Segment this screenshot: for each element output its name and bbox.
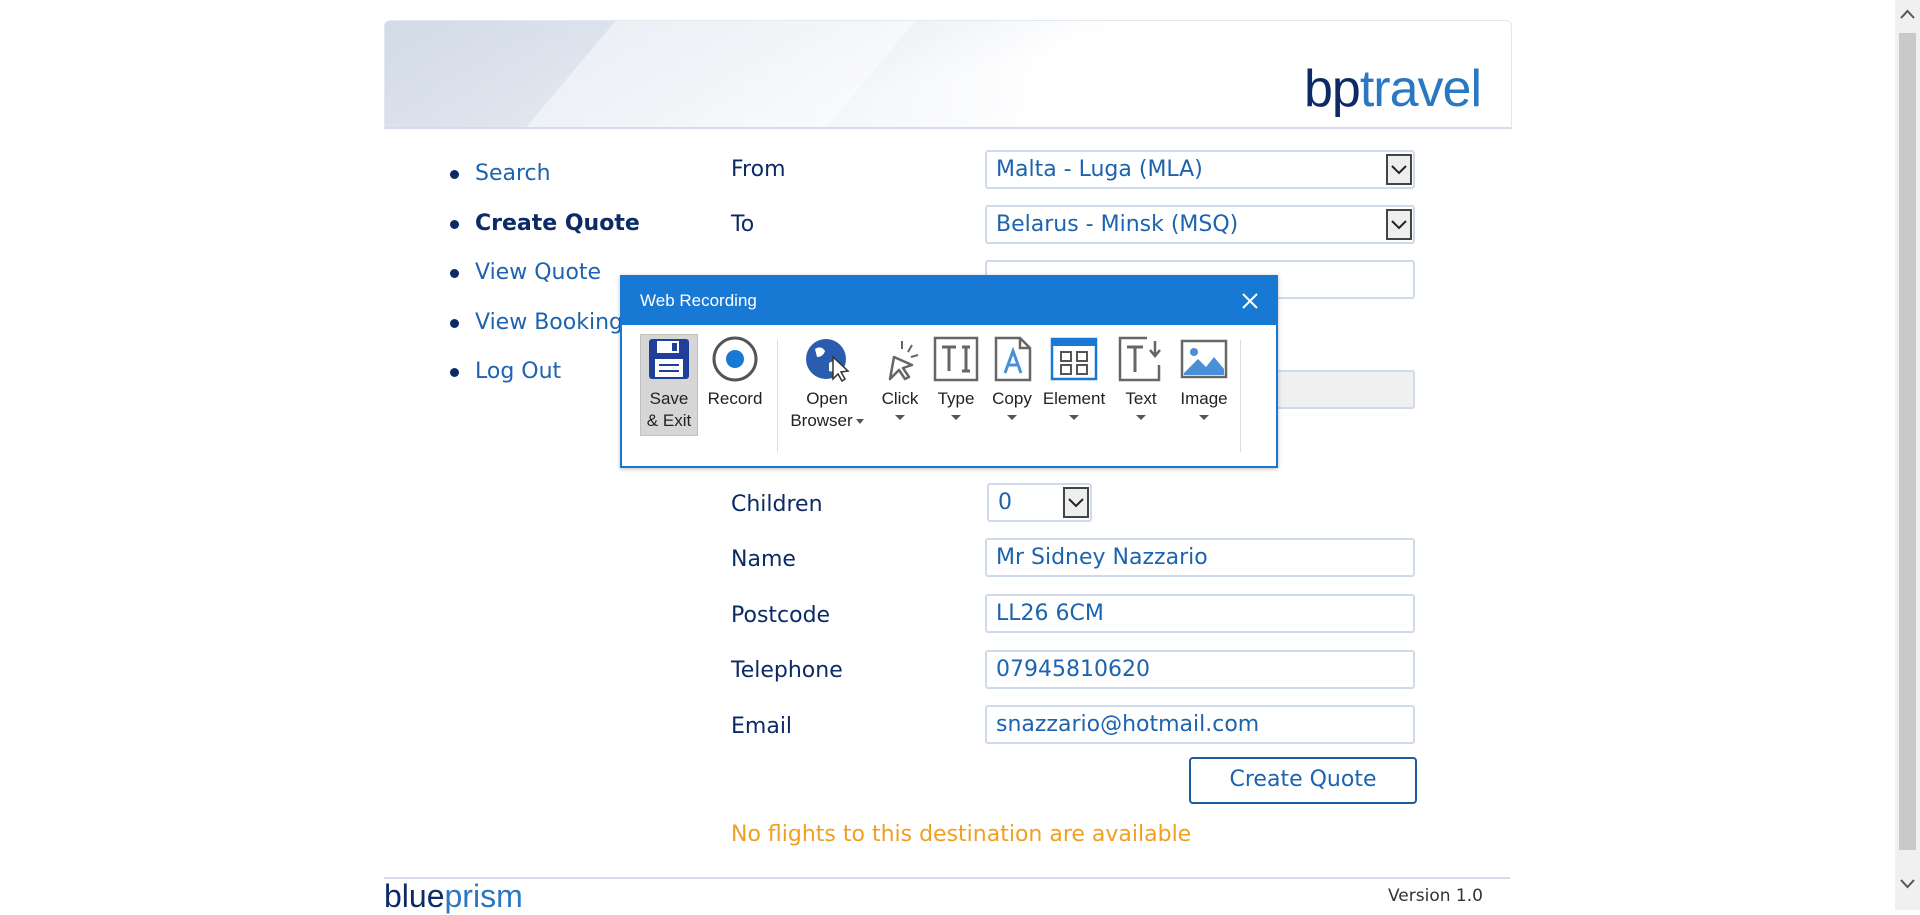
type-button[interactable]: Type bbox=[930, 335, 982, 420]
create-quote-button[interactable]: Create Quote bbox=[1189, 757, 1417, 804]
footer-logo-part1: blue bbox=[384, 878, 445, 914]
email-field[interactable]: snazzario@hotmail.com bbox=[985, 705, 1415, 744]
recording-toolbar: Save & Exit Record Open Browser Click Ty… bbox=[622, 325, 1276, 466]
scroll-up-icon[interactable] bbox=[1899, 8, 1916, 25]
record-icon bbox=[712, 336, 758, 382]
dropdown-caret-icon[interactable] bbox=[1136, 415, 1146, 420]
brand-logo: bptravel bbox=[1304, 59, 1482, 119]
dropdown-caret-icon[interactable] bbox=[855, 419, 864, 425]
save-exit-label-line1: Save bbox=[649, 389, 689, 408]
from-select-value: Malta - Luga (MLA) bbox=[996, 157, 1203, 182]
open-browser-label-line1: Open bbox=[806, 389, 848, 408]
nav-item-create-quote[interactable]: Create Quote bbox=[450, 205, 640, 255]
children-select[interactable]: 0 bbox=[987, 483, 1092, 522]
web-recording-dialog: Web Recording Save & Exit Record Open Br… bbox=[620, 275, 1278, 468]
save-exit-label-line2: & Exit bbox=[646, 411, 692, 430]
dropdown-caret-icon[interactable] bbox=[1069, 415, 1079, 420]
element-label: Element bbox=[1042, 389, 1106, 408]
type-label: Type bbox=[937, 389, 975, 408]
scroll-down-icon[interactable] bbox=[1899, 878, 1916, 895]
copy-label: Copy bbox=[992, 389, 1032, 408]
dialog-titlebar[interactable]: Web Recording bbox=[622, 277, 1276, 325]
children-label: Children bbox=[731, 492, 823, 517]
toolbar-separator bbox=[1240, 340, 1241, 452]
vertical-scrollbar[interactable] bbox=[1895, 0, 1920, 910]
image-button[interactable]: Image bbox=[1174, 335, 1234, 420]
to-label: To bbox=[731, 212, 755, 237]
cursor-click-icon bbox=[888, 341, 919, 381]
image-label: Image bbox=[1180, 389, 1228, 408]
dropdown-caret-icon[interactable] bbox=[1007, 415, 1017, 420]
element-button[interactable]: Element bbox=[1040, 335, 1108, 420]
error-message: No flights to this destination are avail… bbox=[731, 822, 1192, 847]
dialog-title: Web Recording bbox=[640, 291, 757, 310]
floppy-disk-icon bbox=[649, 339, 689, 379]
header-banner: bptravel bbox=[384, 20, 1512, 129]
text-button[interactable]: Text bbox=[1112, 335, 1170, 420]
copy-document-icon bbox=[994, 336, 1032, 382]
type-text-icon bbox=[933, 336, 979, 382]
from-select[interactable]: Malta - Luga (MLA) bbox=[985, 150, 1415, 189]
version-label: Version 1.0 bbox=[1388, 886, 1483, 906]
footer-divider bbox=[384, 877, 1510, 879]
nav-item-log-out[interactable]: Log Out bbox=[450, 353, 640, 403]
footer-logo-part2: prism bbox=[444, 878, 523, 914]
postcode-label: Postcode bbox=[731, 603, 831, 628]
telephone-label: Telephone bbox=[731, 658, 843, 683]
dropdown-caret-icon[interactable] bbox=[951, 415, 961, 420]
click-label: Click bbox=[881, 389, 919, 408]
name-field[interactable]: Mr Sidney Nazzario bbox=[985, 538, 1415, 577]
scrollbar-thumb[interactable] bbox=[1899, 33, 1916, 850]
text-insert-icon bbox=[1118, 336, 1161, 382]
to-select-value: Belarus - Minsk (MSQ) bbox=[996, 212, 1239, 237]
dropdown-caret-icon[interactable] bbox=[895, 415, 905, 420]
brand-logo-part1: bp bbox=[1304, 60, 1361, 118]
chevron-down-icon[interactable] bbox=[1063, 487, 1089, 518]
email-label: Email bbox=[731, 714, 793, 739]
brand-logo-part2: travel bbox=[1359, 60, 1482, 118]
telephone-field[interactable]: 07945810620 bbox=[985, 650, 1415, 689]
image-icon bbox=[1180, 339, 1228, 379]
copy-button[interactable]: Copy bbox=[986, 335, 1038, 420]
record-button[interactable]: Record bbox=[702, 335, 768, 410]
toolbar-separator bbox=[777, 340, 778, 452]
footer-logo: blueprism bbox=[384, 878, 523, 915]
open-browser-label-line2: Browser bbox=[790, 411, 853, 430]
name-label: Name bbox=[731, 547, 796, 572]
from-label: From bbox=[731, 157, 786, 182]
text-label: Text bbox=[1125, 389, 1157, 408]
side-nav: Search Create Quote View Quote View Book… bbox=[450, 155, 640, 403]
click-button[interactable]: Click bbox=[874, 335, 926, 420]
nav-item-view-booking[interactable]: View Booking bbox=[450, 304, 640, 354]
nav-item-search[interactable]: Search bbox=[450, 155, 640, 205]
chevron-down-icon[interactable] bbox=[1386, 209, 1412, 240]
chevron-down-icon[interactable] bbox=[1386, 154, 1412, 185]
postcode-field[interactable]: LL26 6CM bbox=[985, 594, 1415, 633]
record-label: Record bbox=[707, 389, 763, 408]
to-select[interactable]: Belarus - Minsk (MSQ) bbox=[985, 205, 1415, 244]
nav-item-view-quote[interactable]: View Quote bbox=[450, 254, 640, 304]
globe-cursor-icon bbox=[806, 339, 850, 383]
save-exit-button[interactable]: Save & Exit bbox=[640, 334, 698, 436]
close-icon[interactable] bbox=[1240, 291, 1260, 311]
element-grid-icon bbox=[1050, 337, 1098, 381]
open-browser-button[interactable]: Open Browser bbox=[784, 335, 870, 432]
dropdown-caret-icon[interactable] bbox=[1199, 415, 1209, 420]
children-select-value: 0 bbox=[998, 490, 1012, 515]
